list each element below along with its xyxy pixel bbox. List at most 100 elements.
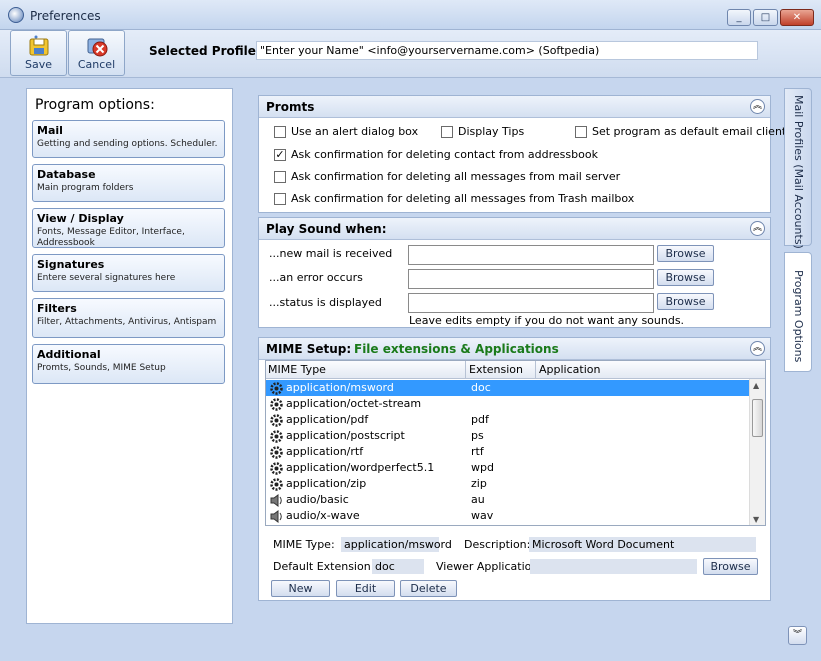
table-row[interactable]: application/wordperfect5.1 wpd [266,460,750,476]
checkbox-box [441,125,453,138]
mime-setup-header: MIME Setup: File extensions & Applicatio… [259,338,770,360]
table-row[interactable]: application/rtf rtf [266,444,750,460]
confirm-delete-contact-checkbox[interactable]: ✓ Ask confirmation for deleting contact … [274,148,598,161]
sound-new-mail-browse-button[interactable]: Browse [657,245,714,262]
option-filters[interactable]: Filters Filter, Attachments, Antivirus, … [32,298,225,338]
table-row[interactable]: audio/x-wave wav [266,508,750,524]
option-view-display[interactable]: View / Display Fonts, Message Editor, In… [32,208,225,248]
checkbox-label: Ask confirmation for deleting contact fr… [291,148,598,161]
sound-error-label: ...an error occurs [269,271,363,284]
table-row[interactable]: application/zip zip [266,476,750,492]
sound-status-input[interactable] [408,293,654,313]
collapse-icon[interactable]: ︽ [750,99,765,114]
sound-new-mail-input[interactable] [408,245,654,265]
option-desc: Fonts, Message Editor, Interface, Addres… [37,227,185,248]
mime-table-scrollbar[interactable]: ▲ ▼ [749,379,765,525]
minimize-button[interactable]: _ [727,9,751,26]
cancel-button[interactable]: Cancel [68,30,125,76]
expand-down-icon[interactable]: ︾ [788,626,807,645]
description-field[interactable]: Microsoft Word Document [529,537,756,552]
col-mime-type[interactable]: MIME Type [268,363,326,376]
alert-dialog-checkbox[interactable]: Use an alert dialog box [274,125,418,138]
mime-table-header: MIME Type Extension Application [266,361,765,379]
viewer-application-field[interactable] [530,559,697,574]
col-application[interactable]: Application [539,363,600,376]
option-title: Additional [37,348,101,361]
display-tips-checkbox[interactable]: Display Tips [441,125,524,138]
confirm-delete-trash-checkbox[interactable]: Ask confirmation for deleting all messag… [274,192,634,205]
edit-button[interactable]: Edit [336,580,395,597]
checkbox-box [575,125,587,138]
extension-cell: zip [471,477,487,490]
program-options-panel: Program options: Mail Getting and sendin… [26,88,233,624]
title-bar: Preferences _ □ ✕ [0,0,821,30]
gear-icon [269,477,284,492]
save-icon [29,35,48,56]
sound-status-browse-button[interactable]: Browse [657,293,714,310]
mime-setup-subtitle: File extensions & Applications [354,342,559,356]
collapse-icon[interactable]: ︽ [750,341,765,356]
tab-program-options[interactable]: Program Options [784,252,812,372]
tab-mail-profiles[interactable]: Mail Profiles (Mail Accounts) [784,88,812,249]
column-separator[interactable] [465,361,466,379]
extension-cell: au [471,493,485,506]
promts-title: Promts [266,100,315,114]
checkbox-box [274,192,286,205]
table-row[interactable]: application/postscript ps [266,428,750,444]
viewer-application-label: Viewer Application: [436,560,543,573]
scroll-up-icon[interactable]: ▲ [753,381,759,390]
option-title: Mail [37,124,63,137]
sound-error-input[interactable] [408,269,654,289]
sound-new-mail-label: ...new mail is received [269,247,393,260]
sound-error-browse-button[interactable]: Browse [657,269,714,286]
sound-status-label: ...status is displayed [269,296,382,309]
mime-type-cell: application/octet-stream [286,397,422,410]
selected-profile-field[interactable]: "Enter your Name" <info@yourservername.c… [256,41,758,60]
table-row[interactable]: application/octet-stream [266,396,750,412]
table-row[interactable]: application/pdf pdf [266,412,750,428]
extension-cell: wav [471,509,494,522]
option-desc: Filter, Attachments, Antivirus, Antispam [37,317,217,327]
speaker-icon [269,509,284,524]
col-extension[interactable]: Extension [469,363,523,376]
option-mail[interactable]: Mail Getting and sending options. Schedu… [32,120,225,158]
close-button[interactable]: ✕ [780,9,814,26]
tab-program-options-label: Program Options [792,270,805,363]
viewer-browse-button[interactable]: Browse [703,558,758,575]
table-row[interactable]: audio/basic au [266,492,750,508]
scroll-thumb[interactable] [752,399,763,437]
description-label: Description: [464,538,531,551]
collapse-icon[interactable]: ︽ [750,221,765,236]
mime-type-cell: application/rtf [286,445,364,458]
mime-type-cell: audio/x-wave [286,509,360,522]
scroll-down-icon[interactable]: ▼ [753,515,759,524]
default-extension-field[interactable]: doc [372,559,424,574]
column-separator[interactable] [535,361,536,379]
table-row[interactable]: application/msword doc [266,380,750,396]
gear-icon [269,397,284,412]
checkbox-label: Display Tips [458,125,525,138]
window-title: Preferences [30,9,101,23]
mime-type-cell: application/pdf [286,413,369,426]
option-additional[interactable]: Additional Promts, Sounds, MIME Setup [32,344,225,384]
mime-type-field[interactable]: application/msword [341,537,452,552]
new-button[interactable]: New [271,580,330,597]
default-client-checkbox[interactable]: Set program as default email client [575,125,786,138]
speaker-icon [269,493,284,508]
delete-button[interactable]: Delete [400,580,457,597]
save-button[interactable]: Save [10,30,67,76]
option-database[interactable]: Database Main program folders [32,164,225,202]
extension-cell: wpd [471,461,494,474]
option-title: Filters [37,302,77,315]
play-sound-group: Play Sound when: ︽ ...new mail is receiv… [258,217,771,328]
promts-group: Promts ︽ Use an alert dialog box Display… [258,95,786,213]
maximize-button[interactable]: □ [753,9,778,26]
promts-header: Promts ︽ [259,96,770,118]
mime-type-cell: application/zip [286,477,367,490]
confirm-delete-server-checkbox[interactable]: Ask confirmation for deleting all messag… [274,170,620,183]
checkbox-box [274,125,286,138]
gear-icon [269,381,284,396]
cancel-icon [87,38,107,57]
selected-profile-label: Selected Profile: [149,44,261,58]
option-signatures[interactable]: Signatures Entere several signatures her… [32,254,225,292]
